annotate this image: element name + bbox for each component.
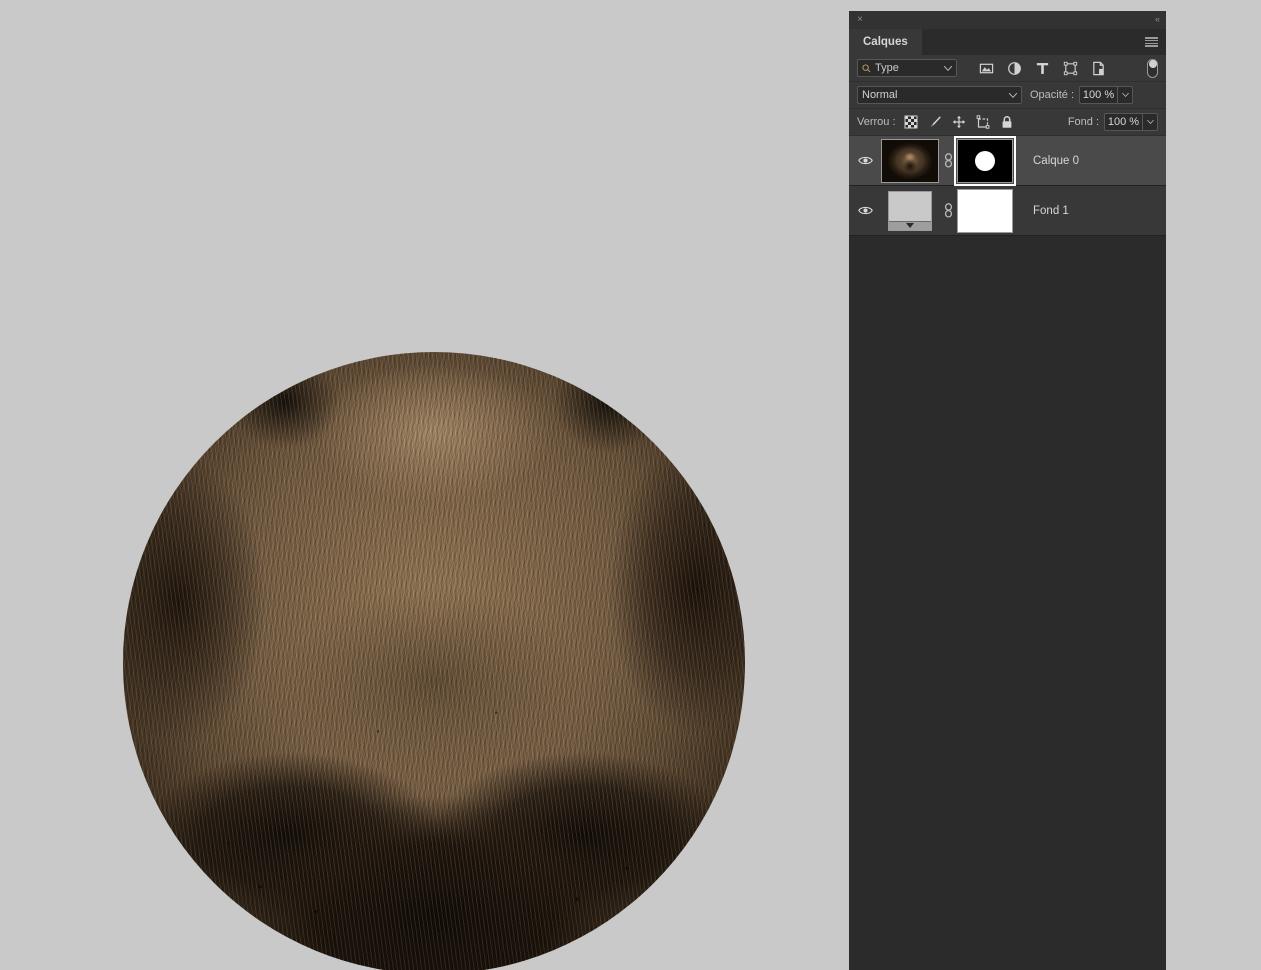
layer-thumbnail[interactable]	[881, 138, 939, 183]
eye-icon	[857, 156, 873, 165]
panel-menu-icon[interactable]	[1145, 37, 1158, 47]
blend-mode-value: Normal	[862, 89, 898, 101]
filter-type-layers-icon[interactable]	[1035, 61, 1050, 76]
layer-mask-link-toggle[interactable]	[939, 203, 957, 218]
solid-color-swatch	[889, 191, 931, 221]
layer-filter-row: Type	[849, 55, 1166, 82]
link-chain-icon	[944, 153, 952, 168]
layer-mask-thumbnail[interactable]	[957, 188, 1013, 233]
chevron-down-icon	[1009, 92, 1017, 98]
lock-icon-group	[904, 115, 1014, 129]
panel-tabbar: Calques	[849, 29, 1166, 55]
panel-titlebar: × «	[849, 11, 1166, 29]
blend-opacity-row: Normal Opacité : 100 %	[849, 82, 1166, 109]
tab-calques-label: Calques	[863, 36, 908, 48]
mask-white-circle	[975, 150, 995, 171]
eye-icon	[857, 206, 873, 215]
lock-position-icon[interactable]	[952, 115, 966, 129]
filter-type-select[interactable]: Type	[857, 59, 957, 77]
lock-image-icon[interactable]	[928, 115, 942, 129]
lion-thumbnail-image	[882, 139, 938, 182]
filter-type-label: Type	[875, 62, 899, 74]
filter-shape-layers-icon[interactable]	[1063, 61, 1078, 76]
layer-list-empty-area	[849, 236, 1166, 927]
lock-fill-row: Verrou : Fond: 100 %	[849, 109, 1166, 136]
close-icon[interactable]: ×	[855, 15, 865, 25]
search-icon	[862, 63, 871, 72]
fill-input[interactable]: 100 %	[1104, 113, 1142, 131]
fill-slider-indicator	[889, 220, 931, 230]
document-canvas[interactable]	[0, 0, 849, 970]
filter-smart-object-icon[interactable]	[1091, 61, 1106, 76]
link-chain-icon	[944, 203, 952, 218]
layer-mask-thumbnail[interactable]	[954, 135, 1016, 186]
opacity-input[interactable]: 100 %	[1079, 86, 1118, 104]
masked-lion-artwork[interactable]	[123, 352, 745, 970]
chevron-down-icon	[944, 65, 952, 71]
filter-adjustment-layers-icon[interactable]	[1007, 61, 1022, 76]
lock-label: Verrou :	[857, 116, 896, 128]
layer-name[interactable]: Calque 0	[1033, 155, 1079, 167]
chevron-down-icon	[1146, 120, 1154, 124]
layer-filter-icons	[979, 61, 1106, 76]
lock-artboard-nesting-icon[interactable]	[976, 115, 990, 129]
layer-visibility-toggle[interactable]	[849, 155, 881, 166]
layer-thumbnail[interactable]	[888, 190, 932, 231]
table-row[interactable]: Fond 1	[849, 186, 1166, 236]
fill-label: Fond :	[1067, 116, 1099, 128]
lock-all-icon[interactable]	[1000, 115, 1014, 129]
tab-calques[interactable]: Calques	[849, 29, 922, 55]
opacity-stepper[interactable]	[1117, 86, 1134, 104]
collapse-icon[interactable]: «	[1155, 14, 1160, 24]
fill-stepper[interactable]	[1142, 113, 1158, 131]
layers-panel: × « Calques Type Normal Opacité: 100 % …	[849, 11, 1166, 970]
filter-pixel-layers-icon[interactable]	[979, 61, 994, 76]
chevron-down-icon	[1121, 93, 1129, 97]
table-row[interactable]: Calque 0	[849, 135, 1166, 186]
opacity-label: Opacité :	[1030, 89, 1075, 101]
layer-list: Calque 0 Fond 1	[849, 135, 1166, 236]
layer-visibility-toggle[interactable]	[849, 205, 881, 216]
lion-photo-vignette	[123, 352, 745, 970]
layer-name[interactable]: Fond 1	[1033, 205, 1069, 217]
layer-mask-link-toggle[interactable]	[939, 153, 957, 168]
filter-enable-toggle[interactable]	[1147, 58, 1158, 78]
lock-transparency-icon[interactable]	[904, 115, 918, 129]
blend-mode-select[interactable]: Normal	[857, 86, 1022, 104]
